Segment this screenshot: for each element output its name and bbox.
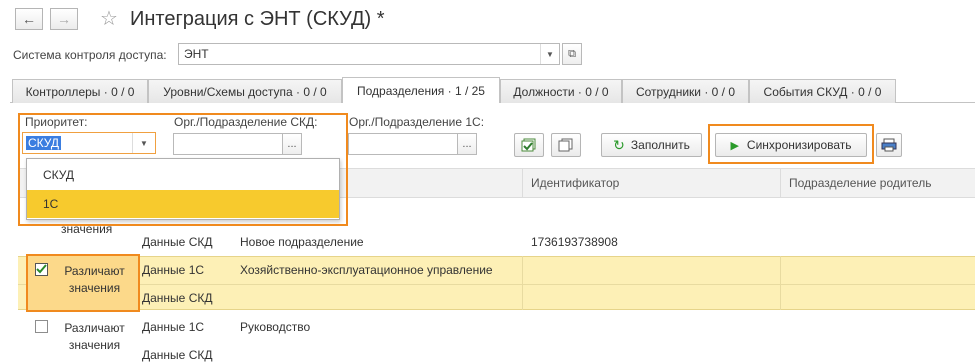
printer-icon (881, 138, 897, 152)
org-1c-label: Орг./Подразделение 1С: (349, 115, 485, 129)
fill-button-label: Заполнить (630, 138, 690, 152)
col-divider (522, 256, 523, 310)
forward-button[interactable]: → (50, 8, 78, 30)
chevron-down-icon[interactable]: ▼ (540, 44, 559, 64)
row-source: Данные 1С (142, 320, 205, 334)
access-system-value: ЭНТ (184, 47, 209, 61)
refresh-icon: ↻ (613, 136, 625, 153)
access-system-field[interactable]: ЭНТ ▼ (178, 43, 560, 65)
open-link-button[interactable]: ⧉ (562, 43, 582, 65)
row-identifier: 1736193738908 (531, 235, 618, 249)
row-divider (18, 284, 975, 285)
row-source-secondary: Данные СКД (142, 348, 213, 362)
org-1c-select-button[interactable]: ... (457, 133, 477, 155)
org-1c-field[interactable] (348, 133, 458, 155)
arrow-right-icon: → (57, 11, 71, 27)
tab-positions[interactable]: Должности · 0 / 0 (500, 79, 622, 103)
tab-departments[interactable]: Подразделения · 1 / 25 (342, 77, 500, 103)
print-button[interactable] (876, 133, 902, 157)
check-all-icon (521, 138, 536, 152)
row-name: Руководство (240, 320, 311, 334)
priority-highlight (18, 113, 348, 226)
check-all-button[interactable] (514, 133, 544, 157)
column-header-parent[interactable]: Подразделение родитель (780, 168, 975, 198)
fill-button[interactable]: ↻ Заполнить (601, 133, 702, 157)
page-title: Интеграция с ЭНТ (СКУД) * (130, 8, 385, 30)
row-source: Данные 1С (142, 263, 205, 277)
access-system-label: Система контроля доступа: (13, 48, 167, 62)
tab-employees[interactable]: Сотрудники · 0 / 0 (622, 79, 749, 103)
arrow-left-icon: ← (22, 11, 36, 27)
row-source: Данные СКД (142, 235, 213, 249)
star-icon[interactable]: ☆ (100, 6, 118, 31)
row-source-secondary: Данные СКД (142, 291, 213, 305)
differ-checkbox[interactable] (35, 320, 48, 333)
sync-highlight (708, 124, 874, 164)
flag-highlight (26, 254, 140, 312)
col-divider (780, 256, 781, 310)
back-button[interactable]: ← (15, 8, 43, 30)
row-name: Новое подразделение (240, 235, 364, 249)
row-name: Хозяйственно-эксплуатационное управление (240, 263, 493, 277)
tab-skud-events[interactable]: События СКУД · 0 / 0 (749, 79, 896, 103)
row-flag-text: Различают значения (64, 321, 125, 352)
tab-controllers[interactable]: Контроллеры · 0 / 0 (12, 79, 148, 103)
uncheck-all-icon (558, 138, 573, 152)
column-header-id[interactable]: Идентификатор (522, 168, 780, 198)
open-icon: ⧉ (568, 47, 576, 60)
tab-access-levels[interactable]: Уровни/Схемы доступа · 0 / 0 (148, 79, 342, 103)
uncheck-all-button[interactable] (551, 133, 581, 157)
